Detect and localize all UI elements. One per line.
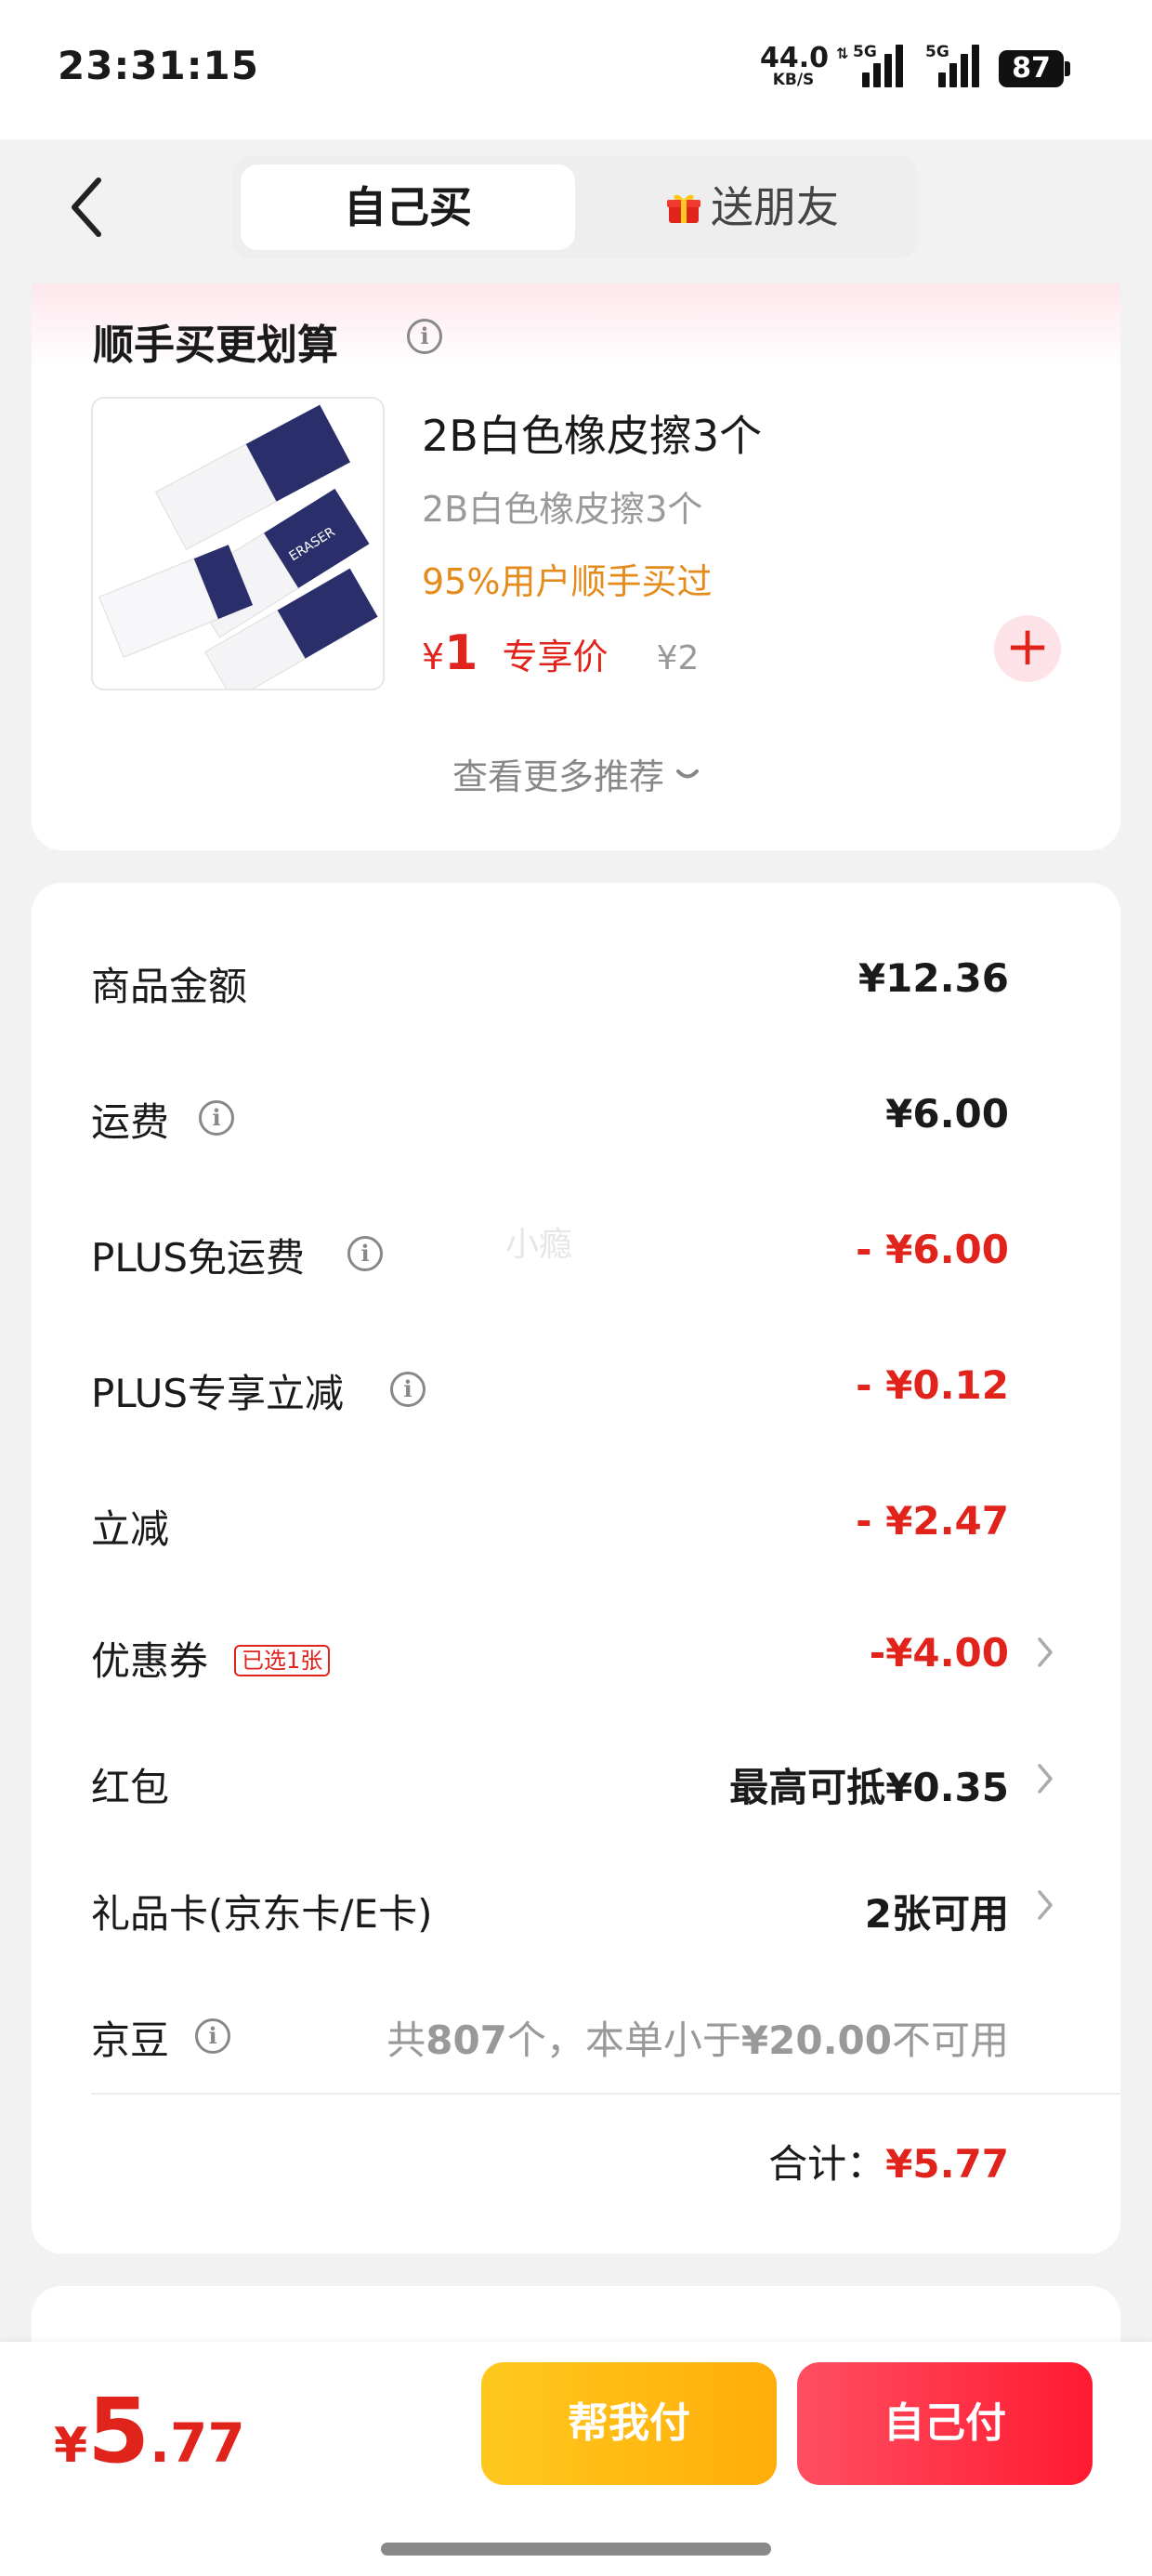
- row-red-packet[interactable]: 红包 最高可抵¥0.35: [32, 1743, 1120, 1818]
- product-image[interactable]: ERASER: [91, 397, 385, 690]
- chevron-right-icon: [1038, 1890, 1053, 1920]
- self-pay-button[interactable]: 自己付: [797, 2362, 1093, 2485]
- recommend-title: 顺手买更划算: [93, 322, 338, 369]
- info-icon[interactable]: i: [199, 1100, 234, 1136]
- network-speed-unit: KB/S: [772, 71, 815, 89]
- chevron-down-icon: [676, 769, 700, 779]
- chevron-right-icon: [1038, 1764, 1053, 1794]
- row-value: - ¥2.47: [856, 1498, 1009, 1544]
- network-speed-value: 44.0: [760, 42, 830, 74]
- friend-pay-button[interactable]: 帮我付: [481, 2362, 777, 2485]
- row-gift-card[interactable]: 礼品卡(京东卡/E卡) 2张可用: [32, 1870, 1120, 1944]
- total-value: ¥5.77: [885, 2141, 1009, 2187]
- row-label: PLUS免运费: [91, 1235, 306, 1281]
- row-value: ¥12.36: [857, 955, 1009, 1001]
- row-instant-discount: 立减 - ¥2.47: [32, 1485, 1120, 1559]
- info-icon[interactable]: i: [407, 319, 442, 354]
- bottom-pay-bar: ¥5.77 帮我付 自己付: [0, 2342, 1152, 2576]
- status-time: 23:31:15: [58, 43, 259, 88]
- product-price: ¥1 专享价 ¥2: [422, 625, 699, 681]
- signal-sim2-icon: 5G: [925, 43, 987, 87]
- more-recommendations-label: 查看更多推荐: [452, 756, 664, 797]
- info-icon[interactable]: i: [347, 1236, 383, 1271]
- row-label: 京豆: [91, 2017, 170, 2063]
- row-label: 红包: [91, 1765, 170, 1810]
- eraser-image: ERASER: [93, 399, 383, 689]
- purchase-mode-switch: 自己买 送朋友: [232, 156, 918, 258]
- price-tag: 专享价: [502, 637, 609, 677]
- product-name[interactable]: 2B白色橡皮擦3个: [422, 402, 762, 464]
- gift-icon: [666, 167, 701, 223]
- plus-icon: +: [1004, 614, 1051, 677]
- divider: [91, 2093, 1120, 2095]
- row-value: - ¥6.00: [856, 1227, 1009, 1272]
- row-label: 商品金额: [91, 964, 248, 1009]
- total-label: 合计：: [768, 2141, 886, 2187]
- product-subtitle: 2B白色橡皮擦3个: [422, 489, 703, 530]
- pay-amount: ¥5.77: [54, 2379, 245, 2483]
- tab-send-to-friend[interactable]: 送朋友: [604, 164, 901, 250]
- pay-currency: ¥: [54, 2418, 88, 2474]
- row-value: 2张可用: [864, 1891, 1009, 1937]
- recommend-card: 顺手买更划算 i ERASER 2B白色橡皮擦3个 2B白色橡皮擦3个 95%用…: [32, 283, 1120, 850]
- status-bar: 23:31:15 44.0 KB/S ⇅ 5G 5G 87: [0, 0, 1152, 139]
- price-detail-card: 小瘾 商品金额 ¥12.36 运费 i ¥6.00 PLUS免运费 i - ¥6…: [32, 883, 1120, 2254]
- row-value: -¥4.00: [869, 1630, 1009, 1676]
- chevron-left-icon: [72, 177, 101, 237]
- row-value: ¥6.00: [885, 1091, 1009, 1137]
- row-label: 立减: [91, 1506, 170, 1552]
- row-coupon[interactable]: 优惠券 已选1张 -¥4.00: [32, 1617, 1120, 1691]
- tab-send-to-friend-label: 送朋友: [711, 182, 839, 232]
- row-goods-amount: 商品金额 ¥12.36: [32, 942, 1120, 1017]
- row-value: - ¥0.12: [856, 1362, 1009, 1408]
- coupon-selected-badge: 已选1张: [234, 1645, 331, 1676]
- row-label: 礼品卡(京东卡/E卡): [91, 1891, 433, 1937]
- sim2-network-label: 5G: [925, 43, 949, 61]
- price-value: 1: [444, 625, 478, 681]
- row-jd-beans: 京豆 i 共807个，本单小于¥20.00不可用: [32, 1996, 1120, 2070]
- network-speed: 44.0 KB/S: [760, 42, 830, 89]
- chevron-right-icon: [1038, 1637, 1053, 1667]
- more-recommendations-link[interactable]: 查看更多推荐: [32, 748, 1120, 799]
- pay-decimal: .77: [149, 2412, 245, 2475]
- sim1-network-label: 5G: [853, 43, 877, 61]
- pay-integer: 5: [87, 2379, 150, 2483]
- battery-tip: [1065, 61, 1070, 76]
- row-plus-discount: PLUS专享立减 i - ¥0.12: [32, 1349, 1120, 1424]
- row-label: PLUS专享立减: [91, 1371, 345, 1416]
- back-button[interactable]: [65, 175, 111, 240]
- row-plus-free-shipping: PLUS免运费 i - ¥6.00: [32, 1214, 1120, 1288]
- jd-beans-status: 共807个，本单小于¥20.00不可用: [386, 2017, 1009, 2063]
- row-label: 运费: [91, 1099, 170, 1145]
- row-label: 优惠券: [91, 1638, 209, 1684]
- info-icon[interactable]: i: [390, 1372, 425, 1407]
- battery-icon: 87: [999, 50, 1064, 87]
- home-indicator[interactable]: [381, 2543, 771, 2556]
- product-social-proof: 95%用户顺手买过: [422, 561, 713, 602]
- original-price: ¥2: [656, 639, 700, 677]
- signal-sim1-icon: ⇅ 5G: [836, 43, 910, 87]
- tab-buy-for-self[interactable]: 自己买: [241, 164, 575, 250]
- row-shipping: 运费 i ¥6.00: [32, 1078, 1120, 1152]
- info-icon[interactable]: i: [195, 2018, 230, 2054]
- add-to-order-button[interactable]: +: [994, 615, 1061, 682]
- price-currency: ¥: [422, 637, 445, 677]
- row-value: 最高可抵¥0.35: [729, 1765, 1009, 1810]
- order-total: 合计：¥5.77: [768, 2133, 1009, 2189]
